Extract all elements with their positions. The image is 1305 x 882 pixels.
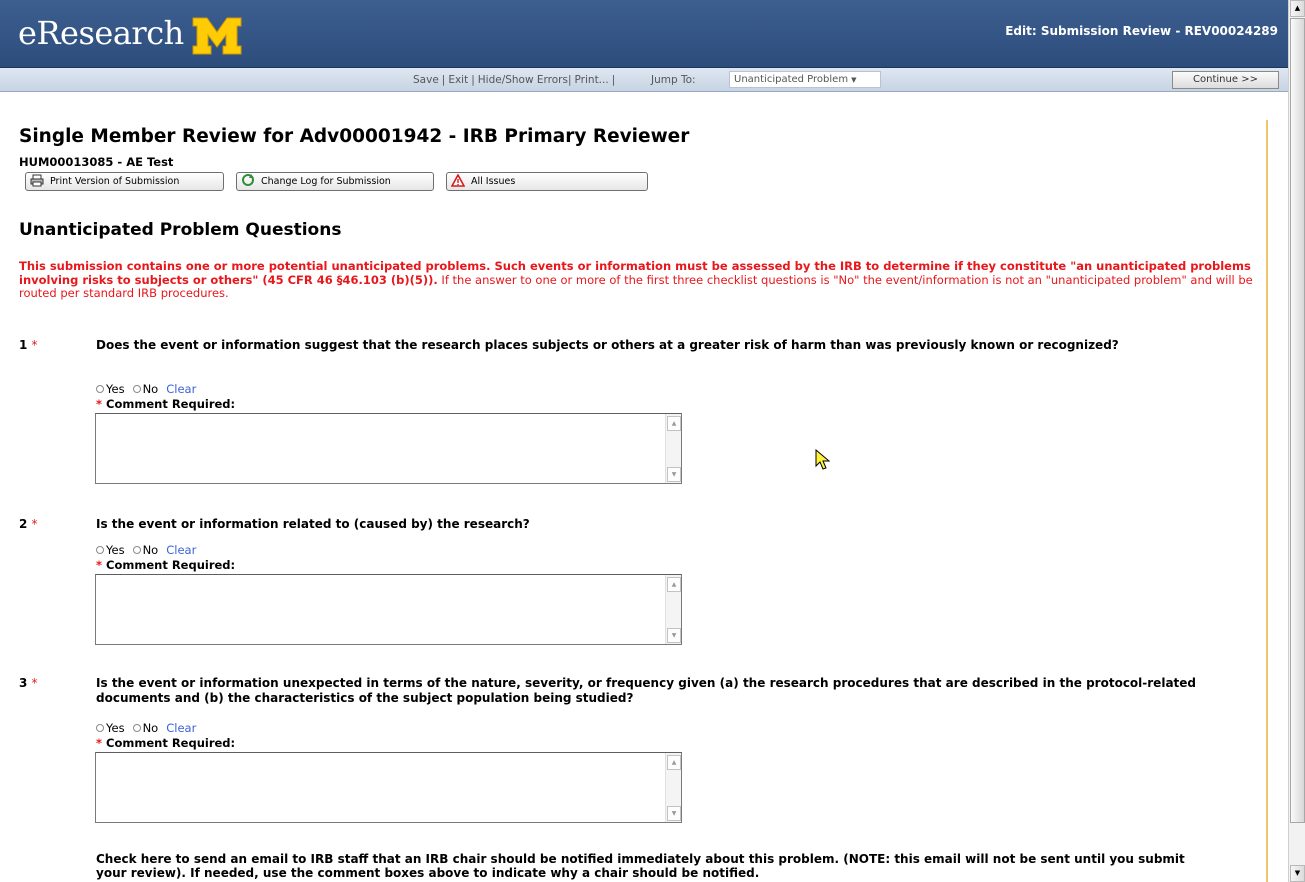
question-1-comment-textarea[interactable]: ▲ ▼ <box>95 413 682 484</box>
content-right-rule <box>1266 120 1268 882</box>
question-3-text: Is the event or information unexpected i… <box>96 676 1196 705</box>
question-2-no[interactable]: No <box>132 543 158 557</box>
print-link[interactable]: Print... <box>575 74 609 86</box>
scroll-up-arrow-icon[interactable]: ▲ <box>1290 0 1305 17</box>
edit-title: Edit: Submission Review - REV00024289 <box>1005 24 1278 38</box>
study-id: HUM00013085 - AE Test <box>19 155 174 169</box>
question-1-comment-label: * Comment Required: <box>96 397 236 411</box>
logo-text: eResearch <box>18 14 184 52</box>
mouse-pointer-icon <box>815 449 831 470</box>
app-banner: eResearch Edit: Submission Review - REV0… <box>0 0 1288 68</box>
radio-no[interactable] <box>132 546 141 554</box>
print-version-label: Print Version of Submission <box>50 176 180 187</box>
page-title: Single Member Review for Adv00001942 - I… <box>19 126 690 147</box>
question-2-options: Yes No Clear <box>96 543 196 557</box>
question-2-comment-label: * Comment Required: <box>96 558 236 572</box>
question-1-clear-link[interactable]: Clear <box>166 382 196 396</box>
question-3-yes[interactable]: Yes <box>96 721 125 735</box>
question-2-yes[interactable]: Yes <box>96 543 125 557</box>
question-1-text: Does the event or information suggest th… <box>96 338 1119 352</box>
warning-icon <box>450 173 466 187</box>
question-2-text: Is the event or information related to (… <box>96 517 530 531</box>
question-2-clear-link[interactable]: Clear <box>166 543 196 557</box>
scrollbar-thumb[interactable] <box>1290 18 1305 823</box>
scroll-down-arrow-icon[interactable]: ▼ <box>1290 865 1305 882</box>
refresh-icon <box>242 174 254 186</box>
textarea-scrollbar[interactable]: ▲ ▼ <box>665 753 681 822</box>
scroll-down-arrow-icon[interactable]: ▼ <box>667 467 681 482</box>
textarea-scrollbar[interactable]: ▲ ▼ <box>665 414 681 483</box>
all-issues-label: All Issues <box>471 176 516 187</box>
continue-button[interactable]: Continue >> <box>1172 71 1279 89</box>
page-scrollbar[interactable]: ▲ ▼ <box>1288 0 1305 882</box>
chevron-down-icon: ▼ <box>851 76 857 84</box>
jump-to-value: Unanticipated Problem <box>734 74 849 85</box>
question-3-clear-link[interactable]: Clear <box>166 721 196 735</box>
textarea-scrollbar[interactable]: ▲ ▼ <box>665 575 681 644</box>
question-3-comment-textarea[interactable]: ▲ ▼ <box>95 752 682 823</box>
scroll-down-arrow-icon[interactable]: ▼ <box>667 806 681 821</box>
question-1-number: 1 * <box>19 338 38 352</box>
printer-icon <box>30 174 44 187</box>
all-issues-button[interactable]: All Issues <box>446 172 648 191</box>
question-1-yes[interactable]: Yes <box>96 382 125 396</box>
question-2-number: 2 * <box>19 517 38 531</box>
radio-yes[interactable] <box>96 724 104 732</box>
question-3-no[interactable]: No <box>132 721 158 735</box>
print-version-button[interactable]: Print Version of Submission <box>25 172 224 191</box>
question-3-options: Yes No Clear <box>96 721 196 735</box>
toolbar-links: Save | Exit | Hide/Show Errors| Print... | <box>413 74 616 86</box>
scroll-up-arrow-icon[interactable]: ▲ <box>667 755 681 770</box>
notify-chair-note: Check here to send an email to IRB staff… <box>96 852 1185 880</box>
jump-to-label: Jump To: <box>651 74 696 86</box>
hide-show-errors-link[interactable]: Hide/Show Errors <box>478 74 568 86</box>
question-1-options: Yes No Clear <box>96 382 196 396</box>
toolbar: Save | Exit | Hide/Show Errors| Print... | Jum… <box>0 68 1288 92</box>
section-title: Unanticipated Problem Questions <box>19 220 342 240</box>
scroll-down-arrow-icon[interactable]: ▼ <box>667 628 681 643</box>
exit-link[interactable]: Exit <box>448 74 468 86</box>
question-3-number: 3 * <box>19 676 38 690</box>
radio-no[interactable] <box>132 385 141 393</box>
unanticipated-warning: This submission contains one or more pot… <box>19 259 1263 301</box>
scroll-up-arrow-icon[interactable]: ▲ <box>667 416 681 431</box>
question-2-comment-textarea[interactable]: ▲ ▼ <box>95 574 682 645</box>
save-link[interactable]: Save <box>413 74 439 86</box>
radio-yes[interactable] <box>96 546 104 554</box>
radio-no[interactable] <box>132 724 141 732</box>
university-m-logo <box>192 17 242 55</box>
radio-yes[interactable] <box>96 385 104 393</box>
change-log-label: Change Log for Submission <box>261 176 391 187</box>
scroll-up-arrow-icon[interactable]: ▲ <box>667 577 681 592</box>
question-1-no[interactable]: No <box>132 382 158 396</box>
question-3-comment-label: * Comment Required: <box>96 736 236 750</box>
change-log-button[interactable]: Change Log for Submission <box>236 172 434 191</box>
jump-to-select[interactable]: Unanticipated Problem ▼ <box>729 71 881 88</box>
